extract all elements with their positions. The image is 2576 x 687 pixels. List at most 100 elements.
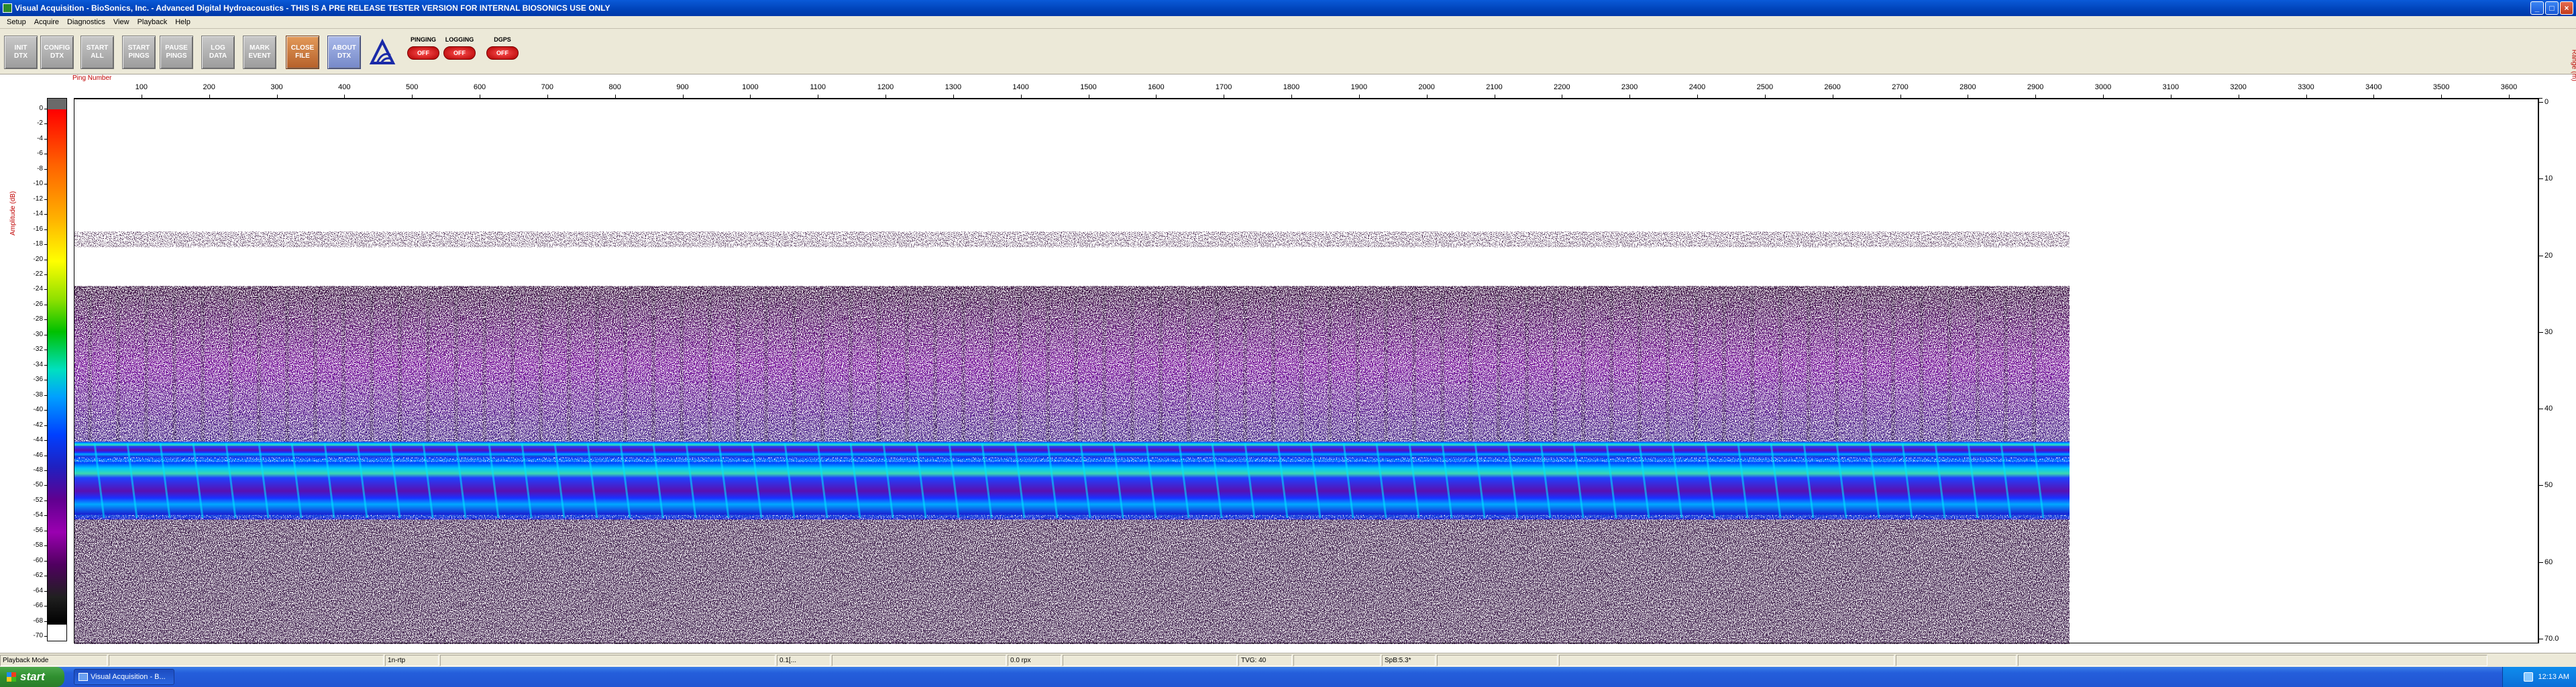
status-cell bbox=[1896, 654, 2017, 666]
ping-tick-label: 1100 bbox=[810, 83, 826, 91]
echo-streak bbox=[1666, 294, 1670, 442]
start-all-button[interactable]: START ALL bbox=[80, 36, 114, 69]
amplitude-tick-label: -60 bbox=[33, 556, 48, 564]
task-label: Visual Acquisition - B... bbox=[91, 673, 166, 681]
ping-tick-mark bbox=[2035, 95, 2037, 98]
config-dtx-button[interactable]: CONFIG DTX bbox=[40, 36, 74, 69]
echo-streak bbox=[1102, 294, 1106, 442]
start-button[interactable]: start bbox=[0, 667, 64, 687]
ping-tick-label: 2200 bbox=[1554, 83, 1570, 91]
pause-pings-button[interactable]: PAUSE PINGS bbox=[160, 36, 193, 69]
amplitude-tick-label: -46 bbox=[33, 451, 48, 459]
echo-streak bbox=[1328, 294, 1332, 442]
button-label: DTX bbox=[14, 52, 28, 60]
range-tick-label: 70.0 bbox=[2538, 635, 2559, 643]
echo-streak bbox=[313, 294, 317, 442]
echo-streak bbox=[2004, 294, 2008, 442]
close-button[interactable]: × bbox=[2560, 1, 2573, 15]
logging-status: LOGGING OFF bbox=[441, 36, 478, 69]
amplitude-tick-label: -24 bbox=[33, 285, 48, 293]
close-file-button[interactable]: CLOSE FILE bbox=[286, 36, 319, 69]
ping-tick-label: 2700 bbox=[1892, 83, 1909, 91]
button-label: DTX bbox=[50, 52, 64, 60]
menu-view[interactable]: View bbox=[109, 16, 133, 29]
scatter-layer bbox=[74, 231, 2070, 248]
echo-streak bbox=[1835, 294, 1839, 442]
ping-tick-label: 1700 bbox=[1215, 83, 1232, 91]
about-dtx-button[interactable]: ABOUT DTX bbox=[327, 36, 361, 69]
echo-streak bbox=[877, 294, 881, 442]
echo-streak bbox=[1976, 294, 1980, 442]
button-label: PINGS bbox=[128, 52, 150, 60]
button-label: DATA bbox=[209, 52, 227, 60]
ping-tick-label: 2800 bbox=[1960, 83, 1976, 91]
echo-streak bbox=[1384, 294, 1388, 442]
menu-help[interactable]: Help bbox=[171, 16, 195, 29]
ping-tick-label: 2000 bbox=[1418, 83, 1435, 91]
echo-streak bbox=[680, 294, 684, 442]
echo-streak bbox=[989, 294, 994, 442]
ping-tick-mark bbox=[750, 95, 751, 98]
echogram-plot[interactable] bbox=[74, 99, 2538, 644]
menu-playback[interactable]: Playback bbox=[133, 16, 172, 29]
minimize-button[interactable]: _ bbox=[2530, 1, 2544, 15]
status-cell bbox=[2018, 654, 2487, 666]
ping-tick-label: 1000 bbox=[742, 83, 759, 91]
echo-streak bbox=[1609, 294, 1613, 442]
button-label: EVENT bbox=[248, 52, 271, 60]
maximize-button[interactable]: □ bbox=[2545, 1, 2559, 15]
echo-streak bbox=[1919, 294, 1923, 442]
amplitude-tick-label: -28 bbox=[33, 315, 48, 323]
amplitude-tick-label: -58 bbox=[33, 541, 48, 549]
log-data-button[interactable]: LOG DATA bbox=[201, 36, 235, 69]
status-cell bbox=[440, 654, 775, 666]
echo-streak bbox=[1947, 294, 1951, 442]
echo-streak bbox=[820, 294, 824, 442]
amplitude-tick-label: 0 bbox=[39, 105, 47, 112]
amplitude-tick-labels: 0 -2 -4 -6 -8 -10 -12 -14 -16 -18 -20 -22 -24 -26 -28 -… bbox=[20, 105, 48, 642]
echo-streak bbox=[1778, 294, 1782, 442]
ping-tick-label: 1300 bbox=[945, 83, 962, 91]
init-dtx-button[interactable]: INIT DTX bbox=[4, 36, 38, 69]
start-pings-button[interactable]: START PINGS bbox=[122, 36, 156, 69]
ping-tick-mark bbox=[412, 95, 413, 98]
water-column-noise bbox=[74, 286, 2070, 442]
mark-event-button[interactable]: MARK EVENT bbox=[243, 36, 276, 69]
echo-streak bbox=[1581, 294, 1585, 442]
amplitude-tick-label: -38 bbox=[33, 390, 48, 399]
ping-tick-label: 2100 bbox=[1486, 83, 1503, 91]
echo-streak bbox=[764, 294, 768, 442]
ping-tick-label: 900 bbox=[676, 83, 689, 91]
echo-streak bbox=[2032, 294, 2036, 442]
ping-tick-mark bbox=[1156, 95, 1157, 98]
ping-tick-label: 2600 bbox=[1824, 83, 1841, 91]
menu-diagnostics[interactable]: Diagnostics bbox=[63, 16, 109, 29]
amplitude-tick-label: -22 bbox=[33, 270, 48, 278]
ping-tick-label: 2900 bbox=[2027, 83, 2044, 91]
amplitude-tick-label: -68 bbox=[33, 617, 48, 625]
ping-tick-label: 1900 bbox=[1350, 83, 1368, 91]
amplitude-tick-label: -54 bbox=[33, 511, 48, 519]
taskbar: start Visual Acquisition - B... 12:13 AM bbox=[0, 667, 2576, 687]
echo-streak bbox=[849, 294, 853, 442]
echo-streak bbox=[116, 294, 120, 442]
app-icon bbox=[3, 3, 12, 13]
amplitude-tick-label: -32 bbox=[33, 346, 48, 354]
range-tick-label: 60 bbox=[2538, 558, 2553, 566]
echo-streak bbox=[1525, 294, 1529, 442]
menu-acquire[interactable]: Acquire bbox=[30, 16, 63, 29]
echo-streak bbox=[1638, 294, 1642, 442]
start-label: start bbox=[20, 670, 45, 683]
pinging-label: PINGING bbox=[410, 36, 436, 43]
amplitude-tick-label: -42 bbox=[33, 421, 48, 429]
amplitude-tick-label: -12 bbox=[33, 195, 48, 203]
tray-app-icon[interactable] bbox=[2523, 672, 2533, 682]
menu-setup[interactable]: Setup bbox=[3, 16, 30, 29]
echo-streak bbox=[905, 294, 909, 442]
echo-streak bbox=[1046, 294, 1050, 442]
taskbar-item-visual-acquisition[interactable]: Visual Acquisition - B... bbox=[74, 669, 174, 685]
app-window-icon bbox=[78, 673, 88, 681]
echo-streak bbox=[341, 294, 345, 442]
amplitude-tick-label: -50 bbox=[33, 481, 48, 489]
echo-streak bbox=[1215, 294, 1219, 442]
